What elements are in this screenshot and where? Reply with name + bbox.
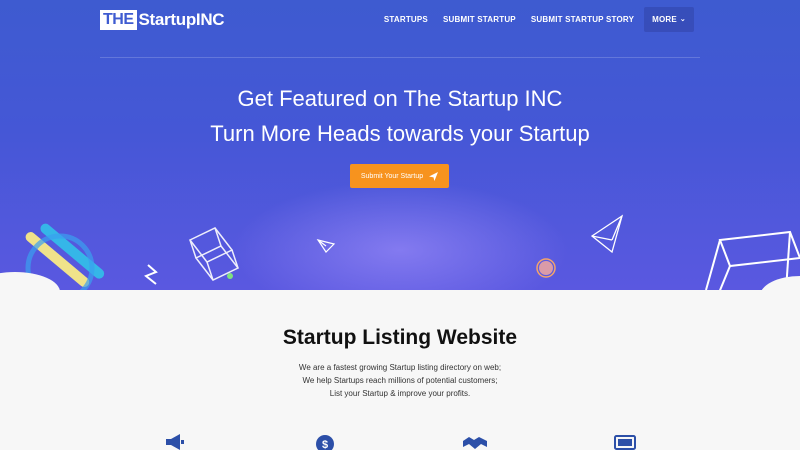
hero-banner: THE StartupINC STARTUPS SUBMIT STARTUP S… <box>0 0 800 290</box>
monitor-icon <box>614 435 636 450</box>
logo-box: THE <box>100 10 137 30</box>
submit-startup-button[interactable]: Submit Your Startup <box>350 164 449 188</box>
dollar-icon: $ <box>316 435 334 450</box>
navbar: THE StartupINC STARTUPS SUBMIT STARTUP S… <box>100 0 700 40</box>
hero-headline: Get Featured on The Startup INC <box>237 86 563 111</box>
chevron-down-icon: ⌄ <box>679 16 686 23</box>
hero-subheadline: Turn More Heads towards your Startup <box>210 121 590 146</box>
hero-divider <box>100 57 700 58</box>
section-text-line: We are a fastest growing Startup listing… <box>298 363 502 372</box>
nav-more-label: MORE <box>652 14 677 24</box>
handshake-icon <box>463 437 487 449</box>
nav-submit-startup-story[interactable]: SUBMIT STARTUP STORY <box>531 15 634 24</box>
section-text-line: We help Startups reach millions of poten… <box>302 376 498 385</box>
submit-startup-button-label: Submit Your Startup <box>360 172 424 180</box>
megaphone-icon <box>166 434 184 450</box>
section-text-line: List your Startup & improve your profits… <box>329 389 471 398</box>
nav-startups[interactable]: STARTUPS <box>384 15 428 24</box>
logo-text: StartupINC <box>138 10 225 29</box>
main-nav: STARTUPS SUBMIT STARTUP SUBMIT STARTUP S… <box>378 6 700 32</box>
svg-text:$: $ <box>322 439 328 450</box>
section-title: Startup Listing Website <box>282 326 518 349</box>
nav-more-dropdown[interactable]: MORE ⌄ <box>644 6 694 32</box>
nav-submit-startup[interactable]: SUBMIT STARTUP <box>443 15 516 24</box>
site-logo[interactable]: THE StartupINC <box>100 9 225 31</box>
paper-plane-icon <box>429 171 439 181</box>
